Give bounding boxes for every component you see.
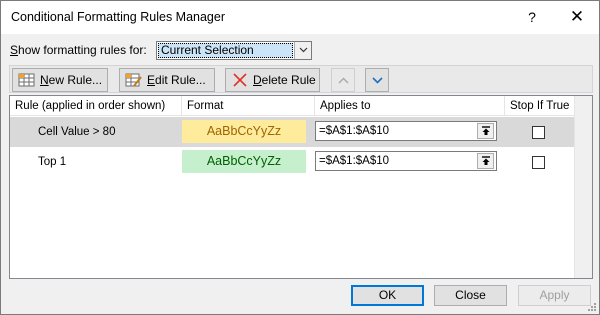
rule-row[interactable]: Cell Value > 80 AaBbCcYyZz =$A$1:$A$10 bbox=[10, 117, 574, 147]
column-header-applies-to[interactable]: Applies to bbox=[315, 96, 505, 116]
rules-grid: Rule (applied in order shown) Format App… bbox=[9, 95, 593, 279]
delete-x-icon bbox=[231, 72, 249, 88]
range-collapse-button[interactable] bbox=[477, 153, 494, 169]
help-button[interactable]: ? bbox=[517, 6, 547, 28]
edit-rule-label: Edit Rule... bbox=[147, 73, 206, 87]
move-down-button[interactable] bbox=[365, 68, 389, 92]
chevron-down-icon bbox=[299, 47, 308, 53]
chevron-up-icon bbox=[338, 77, 348, 83]
format-preview: AaBbCcYyZz bbox=[182, 150, 306, 173]
close-button[interactable]: Close bbox=[434, 285, 507, 306]
rule-row[interactable]: Top 1 AaBbCcYyZz =$A$1:$A$10 bbox=[10, 147, 574, 177]
new-rule-button[interactable]: New Rule... bbox=[12, 68, 108, 92]
vertical-scrollbar[interactable] bbox=[574, 96, 592, 278]
dropdown-arrow-button[interactable] bbox=[294, 42, 311, 59]
close-window-button[interactable]: ✕ bbox=[562, 6, 592, 28]
range-select-icon bbox=[482, 156, 490, 165]
edit-rule-icon bbox=[125, 72, 143, 88]
rules-toolbar: New Rule... Edit Rule... Delete Rule bbox=[9, 65, 593, 93]
apply-button[interactable]: Apply bbox=[518, 285, 591, 306]
rule-description: Cell Value > 80 bbox=[38, 126, 116, 138]
show-rules-dropdown[interactable]: Current Selection bbox=[156, 41, 312, 60]
chevron-down-icon bbox=[371, 76, 383, 84]
column-header-rule[interactable]: Rule (applied in order shown) bbox=[10, 96, 182, 116]
new-rule-label: New Rule... bbox=[40, 73, 103, 87]
rule-description: Top 1 bbox=[38, 156, 67, 168]
show-rules-label: Show formatting rules for: bbox=[10, 43, 147, 57]
conditional-formatting-dialog: Conditional Formatting Rules Manager ? ✕… bbox=[0, 0, 600, 315]
edit-rule-button[interactable]: Edit Rule... bbox=[119, 68, 215, 92]
delete-rule-label: Delete Rule bbox=[253, 73, 316, 87]
new-rule-icon bbox=[18, 72, 36, 88]
stop-if-true-checkbox[interactable] bbox=[532, 156, 545, 169]
range-select-icon bbox=[482, 126, 490, 135]
resize-grip-icon[interactable] bbox=[587, 302, 597, 312]
applies-to-input[interactable]: =$A$1:$A$10 bbox=[315, 151, 497, 171]
column-header-stop-if-true[interactable]: Stop If True bbox=[505, 96, 574, 116]
applies-to-value: =$A$1:$A$10 bbox=[319, 155, 390, 167]
title-bar: Conditional Formatting Rules Manager ? ✕ bbox=[1, 1, 599, 34]
show-rules-selected-value: Current Selection bbox=[158, 43, 293, 58]
format-preview: AaBbCcYyZz bbox=[182, 120, 306, 143]
range-collapse-button[interactable] bbox=[477, 123, 494, 139]
applies-to-value: =$A$1:$A$10 bbox=[319, 125, 390, 137]
window-title: Conditional Formatting Rules Manager bbox=[11, 10, 225, 24]
move-up-button[interactable] bbox=[331, 68, 355, 92]
delete-rule-button[interactable]: Delete Rule bbox=[225, 68, 320, 92]
applies-to-input[interactable]: =$A$1:$A$10 bbox=[315, 121, 497, 141]
ok-button[interactable]: OK bbox=[351, 285, 424, 306]
column-header-format[interactable]: Format bbox=[182, 96, 315, 116]
stop-if-true-checkbox[interactable] bbox=[532, 126, 545, 139]
